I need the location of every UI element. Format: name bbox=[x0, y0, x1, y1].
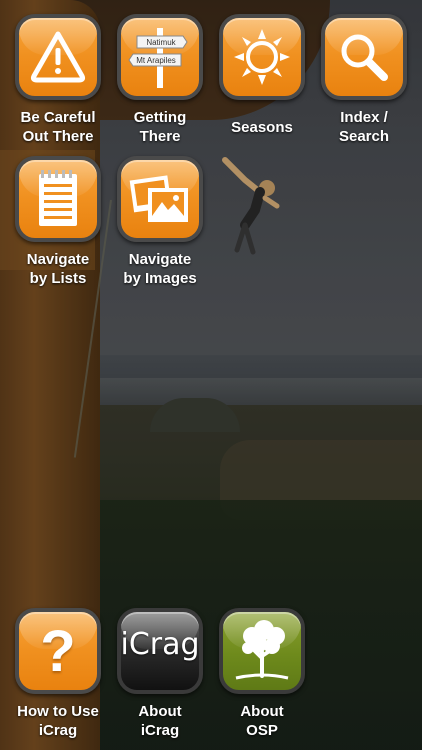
tile-navigate-images[interactable]: Navigate by Images bbox=[110, 156, 210, 288]
how-to-use-label: How to Use iCrag bbox=[17, 703, 99, 739]
navigate-images-button[interactable] bbox=[117, 156, 203, 242]
index-search-button[interactable] bbox=[321, 14, 407, 100]
seasons-button[interactable] bbox=[219, 14, 305, 100]
tile-getting-there[interactable]: Natimuk Mt Arapiles Getting There bbox=[110, 14, 210, 146]
tile-be-careful[interactable]: Be Careful Out There bbox=[8, 14, 108, 146]
tile-navigate-lists[interactable]: Navigate by Lists bbox=[8, 156, 108, 288]
navigate-lists-label: Navigate by Lists bbox=[26, 251, 90, 287]
getting-there-label: Getting There bbox=[133, 109, 187, 145]
sun-icon bbox=[234, 29, 290, 85]
how-to-use-button[interactable]: ? bbox=[15, 608, 101, 694]
be-careful-button[interactable] bbox=[15, 14, 101, 100]
tile-seasons[interactable]: Seasons bbox=[212, 14, 312, 137]
about-icrag-button[interactable]: iCrag bbox=[117, 608, 203, 694]
getting-there-button[interactable]: Natimuk Mt Arapiles bbox=[117, 14, 203, 100]
icrag-logo: iCrag bbox=[120, 626, 200, 662]
warning-icon bbox=[30, 31, 86, 83]
tile-how-to-use[interactable]: ? How to Use iCrag bbox=[8, 608, 108, 740]
sign-mt-arapiles: Mt Arapiles bbox=[136, 56, 176, 65]
tile-about-icrag[interactable]: iCrag About iCrag bbox=[110, 608, 210, 740]
search-icon bbox=[341, 34, 388, 81]
about-osp-button[interactable] bbox=[219, 608, 305, 694]
signpost-icon: Natimuk Mt Arapiles bbox=[128, 28, 188, 88]
navigate-images-label: Navigate by Images bbox=[123, 251, 197, 287]
be-careful-label: Be Careful Out There bbox=[20, 109, 96, 145]
tile-about-osp[interactable]: About OSP bbox=[212, 608, 312, 740]
index-search-label: Index / Search bbox=[338, 109, 390, 145]
question-icon: ? bbox=[40, 618, 76, 684]
navigate-lists-button[interactable] bbox=[15, 156, 101, 242]
sign-natimuk: Natimuk bbox=[146, 38, 176, 47]
photos-icon bbox=[129, 175, 188, 222]
tree-icon bbox=[235, 620, 289, 680]
seasons-label: Seasons bbox=[231, 119, 293, 136]
about-icrag-label: About iCrag bbox=[138, 703, 182, 739]
tile-index-search[interactable]: Index / Search bbox=[314, 14, 414, 146]
about-osp-label: About OSP bbox=[240, 703, 284, 739]
notepad-icon bbox=[39, 170, 77, 226]
